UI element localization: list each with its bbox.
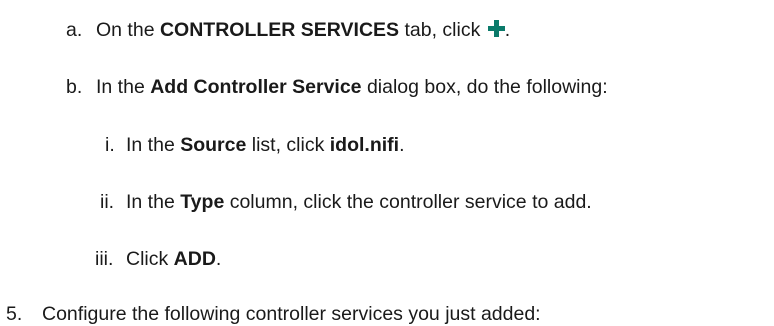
step-ii-post: column, click the controller service to … bbox=[224, 191, 592, 213]
step-iii-text: Click ADD. bbox=[126, 247, 221, 271]
step-ii-pre: In the bbox=[126, 191, 181, 213]
step-b-text: In the Add Controller Service dialog box… bbox=[96, 75, 608, 99]
step-i-end: . bbox=[399, 134, 405, 156]
step-b-pre: In the bbox=[96, 76, 151, 98]
step-i-text: In the Source list, click idol.nifi. bbox=[126, 133, 405, 157]
step-ii-marker: ii. bbox=[100, 191, 115, 213]
step-a-post: tab, click bbox=[399, 19, 486, 41]
step-a-marker: a. bbox=[66, 19, 83, 41]
step-i-pre: In the bbox=[126, 134, 181, 156]
step-ii-text: In the Type column, click the controller… bbox=[126, 190, 592, 214]
step-iii-marker: iii. bbox=[95, 248, 114, 270]
step-b-post: dialog box, do the following: bbox=[361, 76, 608, 98]
step-5-marker: 5. bbox=[6, 303, 23, 325]
step-b-bold: Add Controller Service bbox=[150, 76, 362, 98]
step-iii-bold: ADD bbox=[173, 248, 216, 270]
step-iii-pre: Click bbox=[126, 248, 174, 270]
plus-icon bbox=[487, 20, 505, 37]
step-a-pre: On the bbox=[96, 19, 160, 41]
step-ii-bold: Type bbox=[180, 191, 225, 213]
step-i-bold2: idol.nifi bbox=[329, 134, 400, 156]
step-i-mid: list, click bbox=[246, 134, 330, 156]
step-a-end: . bbox=[504, 19, 511, 41]
step-i-marker: i. bbox=[105, 134, 115, 156]
step-iii-end: . bbox=[215, 248, 222, 270]
step-i-bold: Source bbox=[180, 134, 247, 156]
step-5-text: Configure the following controller servi… bbox=[42, 303, 541, 325]
step-a-text: On the CONTROLLER SERVICES tab, click . bbox=[96, 18, 510, 42]
step-a-bold: CONTROLLER SERVICES bbox=[159, 19, 400, 41]
step-b-marker: b. bbox=[66, 76, 83, 98]
